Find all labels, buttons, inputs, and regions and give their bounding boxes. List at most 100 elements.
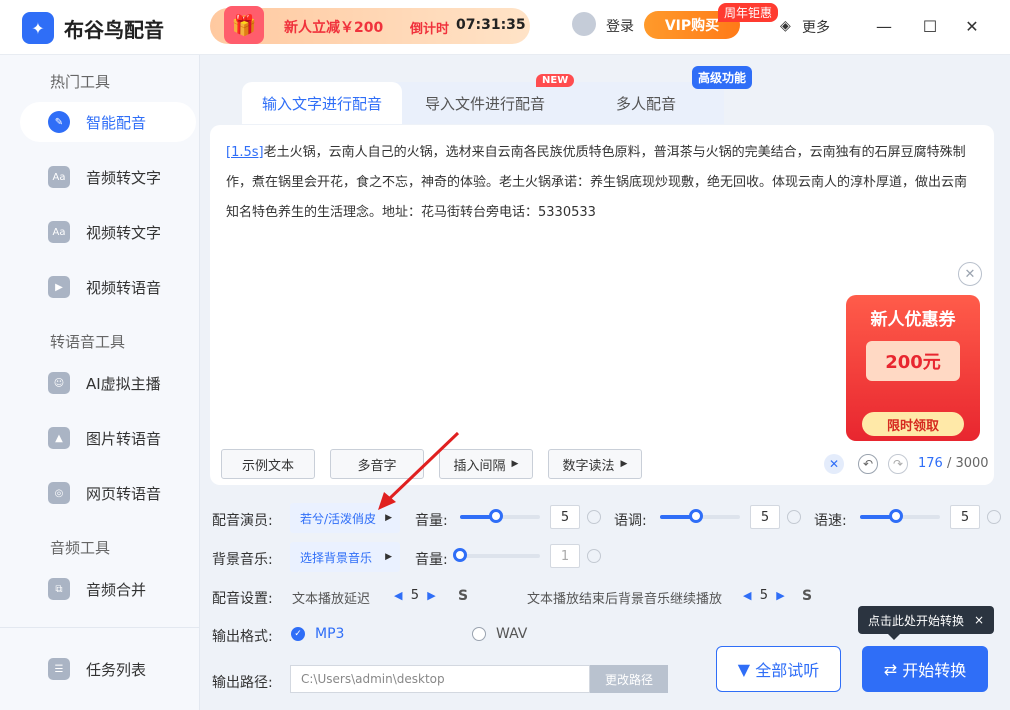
mode-tabs: 输入文字进行配音 导入文件进行配音 多人配音 — [242, 82, 724, 124]
reset-icon[interactable] — [587, 549, 601, 563]
coupon-card[interactable]: 新人优惠券 200元 限时领取 — [846, 295, 980, 441]
tab-file-import[interactable]: 导入文件进行配音 — [402, 82, 568, 124]
speed-label: 语速: — [814, 513, 847, 529]
volume-label: 音量: — [415, 513, 448, 529]
format-wav-label[interactable]: WAV — [496, 626, 527, 642]
sidebar-item-task-list[interactable]: ☰ 任务列表 — [20, 649, 196, 689]
char-max: / 3000 — [946, 456, 989, 471]
pitch-label: 语调: — [614, 513, 647, 529]
redo-icon[interactable]: ↷ — [888, 454, 908, 474]
continue-label: 文本播放结束后背景音乐继续播放 — [527, 592, 723, 607]
sidebar-item-label: 视频转文字 — [86, 223, 162, 242]
user-avatar-icon[interactable] — [572, 12, 596, 36]
reset-icon[interactable] — [587, 510, 601, 524]
divider — [0, 627, 199, 628]
more-menu[interactable]: 更多 — [802, 17, 830, 37]
bgm-value: 选择背景音乐 — [300, 550, 373, 565]
pause-tag[interactable]: [1.5s] — [226, 145, 264, 160]
sidebar-item-audio-merge[interactable]: ⧉ 音频合并 — [20, 569, 196, 609]
slider-knob[interactable] — [889, 509, 903, 523]
sidebar-item-label: 音频转文字 — [86, 168, 162, 187]
read-mode-button[interactable]: 数字读法 ▶ — [548, 449, 642, 479]
caret-right-icon: ▶ — [385, 513, 392, 523]
sample-text-button[interactable]: 示例文本 — [221, 449, 315, 479]
pitch-slider[interactable] — [660, 509, 740, 523]
sidebar-item-video-to-text[interactable]: Aa 视频转文字 — [20, 212, 196, 252]
sidebar-item-video-to-voice[interactable]: ▶ 视频转语音 — [20, 267, 196, 307]
delay-stepper[interactable]: ◀ 5 ▶ — [394, 588, 436, 603]
caret-right-icon: ▶ — [511, 459, 519, 469]
section-voice-tools: 转语音工具 — [50, 333, 126, 351]
login-link[interactable]: 登录 — [606, 16, 634, 36]
delay-unit: S — [458, 588, 469, 604]
minimize-icon[interactable]: — — [872, 14, 896, 38]
format-wav-radio[interactable] — [472, 627, 486, 641]
format-mp3-label[interactable]: MP3 — [315, 626, 344, 642]
continue-stepper[interactable]: ◀ 5 ▶ — [743, 588, 785, 603]
slider-knob[interactable] — [453, 548, 467, 562]
insert-gap-label: 插入间隔 — [453, 458, 506, 474]
ai-anchor-icon: ☺ — [48, 372, 70, 394]
listen-all-button[interactable]: ▼ 全部试听 — [716, 646, 841, 692]
maximize-icon[interactable]: ☐ — [918, 14, 942, 38]
sidebar-item-smart-dub[interactable]: ✎ 智能配音 — [20, 102, 196, 142]
sidebar-item-web-to-voice[interactable]: ◎ 网页转语音 — [20, 473, 196, 513]
increase-icon[interactable]: ▶ — [427, 589, 435, 602]
close-icon[interactable]: ✕ — [960, 14, 984, 38]
advanced-badge: 高级功能 — [692, 66, 753, 89]
volume-slider[interactable] — [460, 509, 540, 523]
countdown-label: 倒计时 — [410, 22, 450, 37]
image-to-voice-icon: ▲ — [48, 427, 70, 449]
output-path-field[interactable]: C:\Users\admin\desktop — [290, 665, 590, 693]
start-convert-button[interactable]: ⇄ 开始转换 — [862, 646, 988, 692]
audio-merge-icon: ⧉ — [48, 578, 70, 600]
sidebar-item-image-to-voice[interactable]: ▲ 图片转语音 — [20, 418, 196, 458]
sidebar-item-label: 音频合并 — [86, 580, 147, 599]
slider-knob[interactable] — [689, 509, 703, 523]
voice-actor-select[interactable]: 若兮/活泼俏皮 ▶ — [290, 503, 400, 533]
sidebar-item-label: AI虚拟主播 — [86, 374, 161, 393]
undo-icon[interactable]: ↶ — [858, 454, 878, 474]
format-mp3-radio[interactable]: ✓ — [291, 627, 305, 641]
char-counter: 176 / 3000 — [918, 456, 989, 471]
coupon-claim-button[interactable]: 限时领取 — [862, 412, 964, 436]
section-audio-tools: 音频工具 — [50, 539, 111, 557]
video-to-voice-icon: ▶ — [48, 276, 70, 298]
decrease-icon[interactable]: ◀ — [394, 589, 402, 602]
new-badge: NEW — [536, 74, 575, 87]
reset-icon[interactable] — [987, 510, 1001, 524]
decrease-icon[interactable]: ◀ — [743, 589, 751, 602]
promo-banner[interactable]: 🎁 新人立减￥200 倒计时 07:31:35 — [210, 6, 530, 44]
sidebar-item-audio-to-text[interactable]: Aa 音频转文字 — [20, 157, 196, 197]
insert-gap-button[interactable]: 插入间隔 ▶ — [439, 449, 533, 479]
volume-value[interactable]: 5 — [550, 505, 580, 529]
sidebar-item-ai-anchor[interactable]: ☺ AI虚拟主播 — [20, 363, 196, 403]
clear-text-icon[interactable]: ✕ — [824, 454, 844, 474]
title-bar: ✦ 布谷鸟配音 🎁 新人立减￥200 倒计时 07:31:35 登录 VIP购买… — [0, 0, 1010, 55]
polyphone-button[interactable]: 多音字 — [330, 449, 424, 479]
reset-icon[interactable] — [787, 510, 801, 524]
start-label: 开始转换 — [902, 661, 967, 680]
bgm-select[interactable]: 选择背景音乐 ▶ — [290, 542, 400, 572]
triangle-down-icon: ▼ — [737, 659, 751, 679]
text-editor[interactable]: [1.5s]老土火锅，云南人自己的火锅，选材来自云南各民族优质特色原料，普洱茶与… — [226, 138, 976, 228]
increase-icon[interactable]: ▶ — [776, 589, 784, 602]
section-hot-tools: 热门工具 — [50, 73, 111, 91]
bgm-volume-value[interactable]: 1 — [550, 544, 580, 568]
coupon-title: 新人优惠券 — [870, 310, 956, 330]
tooltip-close-icon[interactable]: × — [974, 613, 984, 627]
close-coupon-icon[interactable]: ✕ — [958, 262, 982, 286]
pitch-value[interactable]: 5 — [750, 505, 780, 529]
tab-text-input[interactable]: 输入文字进行配音 — [242, 82, 402, 124]
dub-settings-label: 配音设置: — [212, 591, 273, 607]
caret-right-icon: ▶ — [620, 459, 628, 469]
voice-actor-value: 若兮/活泼俏皮 — [300, 511, 377, 526]
change-path-button[interactable]: 更改路径 — [590, 665, 668, 693]
speed-slider[interactable] — [860, 509, 940, 523]
bgm-volume-slider[interactable] — [453, 548, 540, 562]
app-name: 布谷鸟配音 — [64, 18, 164, 42]
slider-knob[interactable] — [489, 509, 503, 523]
vip-label: VIP购买 — [664, 18, 720, 34]
promo-text: 新人立减￥200 — [284, 20, 384, 36]
speed-value[interactable]: 5 — [950, 505, 980, 529]
